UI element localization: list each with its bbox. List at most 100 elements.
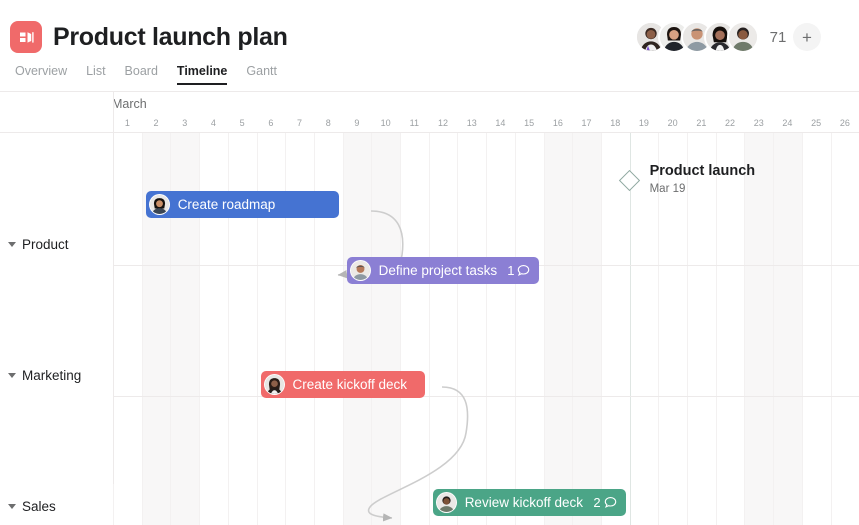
day-number: 16 (552, 118, 563, 128)
day-number: 14 (495, 118, 506, 128)
grid-line (773, 133, 775, 525)
comment-count[interactable]: 1 (507, 263, 530, 278)
day-number: 5 (239, 118, 245, 128)
tab-overview[interactable]: Overview (10, 63, 72, 85)
day-number: 22 (725, 118, 736, 128)
comment-count[interactable]: 2 (593, 495, 616, 510)
timeline-view: March 1 2 3 4 5 6 7 8 9 10 11 12 13 14 15 16 17 18 19 20 21 2… (0, 92, 859, 525)
task-name: Create roadmap (177, 197, 276, 212)
day-ruler: 1 2 3 4 5 6 7 8 9 10 11 12 13 14 15 16 17 18 19 20 21 22 23 24 2… (0, 115, 859, 132)
avatar[interactable] (263, 374, 285, 395)
month-header: March (0, 92, 859, 115)
day-number: 1 (124, 118, 130, 128)
day-number: 2 (153, 118, 159, 128)
day-number: 10 (380, 118, 391, 128)
day-number: 15 (524, 118, 535, 128)
section-sidebar (0, 133, 113, 525)
day-number: 21 (696, 118, 707, 128)
section-label: Sales (22, 499, 56, 514)
day-number: 24 (782, 118, 793, 128)
weekend-column (342, 133, 372, 525)
day-number: 26 (839, 118, 850, 128)
weekend-column (543, 133, 573, 525)
sidebar-section-product[interactable]: Product (8, 237, 69, 252)
day-number: 20 (667, 118, 678, 128)
timeline-grid[interactable] (0, 133, 859, 525)
tab-board[interactable]: Board (120, 63, 163, 85)
day-number: 4 (210, 118, 216, 128)
avatar[interactable] (435, 492, 457, 513)
task-bar[interactable]: Review kickoff deck 2 (432, 489, 626, 516)
task-bar[interactable]: Define project tasks 1 (346, 257, 540, 284)
page-title: Product launch plan (53, 23, 288, 51)
app-header: Product launch plan 71 + (0, 0, 859, 63)
member-avatar-group: 71 + (635, 20, 821, 54)
section-label: Product (22, 237, 69, 252)
milestone-date: Mar 19 (649, 183, 686, 195)
grid-line (141, 133, 143, 525)
comment-count-value: 2 (593, 495, 601, 510)
section-label: Marketing (22, 368, 82, 383)
grid-line (457, 133, 459, 525)
task-name: Define project tasks (378, 263, 498, 278)
milestone-line (629, 133, 631, 525)
day-number: 18 (610, 118, 621, 128)
section-divider (0, 396, 859, 397)
day-number: 8 (325, 118, 331, 128)
tab-gantt[interactable]: Gantt (241, 63, 282, 85)
day-number: 19 (638, 118, 649, 128)
avatar[interactable] (727, 21, 759, 53)
day-number: 25 (811, 118, 822, 128)
project-board-icon[interactable] (10, 21, 42, 53)
day-number: 13 (466, 118, 477, 128)
day-number: 3 (182, 118, 188, 128)
chevron-down-icon[interactable] (8, 373, 16, 378)
day-number: 17 (581, 118, 592, 128)
task-name: Create kickoff deck (292, 377, 408, 392)
comment-bubble-icon (517, 264, 530, 277)
member-count: 71 (769, 28, 787, 46)
day-number: 11 (409, 118, 420, 128)
grid-line (600, 133, 602, 525)
grid-line (830, 133, 832, 525)
day-number: 6 (268, 118, 274, 128)
sidebar-section-sales[interactable]: Sales (8, 499, 56, 514)
chevron-down-icon[interactable] (8, 242, 16, 247)
day-number: 9 (354, 118, 360, 128)
add-member-button[interactable]: + (793, 23, 821, 51)
grid-line (428, 133, 430, 525)
grid-line (801, 133, 803, 525)
grid-line (342, 133, 344, 525)
grid-line (486, 133, 488, 525)
grid-line (687, 133, 688, 525)
weekend-column (371, 133, 400, 525)
comment-count-value: 1 (507, 263, 515, 278)
day-number: 23 (753, 118, 764, 128)
task-bar[interactable]: Create kickoff deck (260, 371, 425, 398)
task-bar[interactable]: Create roadmap (145, 191, 339, 218)
milestone-title: Product launch (649, 163, 756, 179)
tab-timeline[interactable]: Timeline (172, 63, 232, 85)
grid-line (514, 133, 516, 525)
chevron-down-icon[interactable] (8, 504, 16, 509)
grid-line (744, 133, 746, 525)
grid-line (543, 133, 545, 525)
task-name: Review kickoff deck (464, 495, 583, 510)
day-number: 12 (438, 118, 449, 128)
view-tabs: Overview List Board Timeline Gantt (0, 63, 859, 91)
month-label: March (112, 97, 147, 111)
timeline-app: Product launch plan 71 + Overview List B… (0, 0, 859, 525)
avatar[interactable] (148, 194, 170, 215)
grid-line (715, 133, 717, 525)
day-number: 7 (297, 118, 303, 128)
avatar[interactable] (349, 260, 371, 281)
weekend-column (572, 133, 601, 525)
weekend-column (744, 133, 774, 525)
sidebar-section-marketing[interactable]: Marketing (8, 368, 81, 383)
grid-line (572, 133, 574, 525)
sidebar-divider (113, 92, 114, 484)
tab-list[interactable]: List (81, 63, 110, 85)
weekend-column (773, 133, 802, 525)
grid-line (400, 133, 401, 525)
comment-bubble-icon (604, 496, 617, 509)
